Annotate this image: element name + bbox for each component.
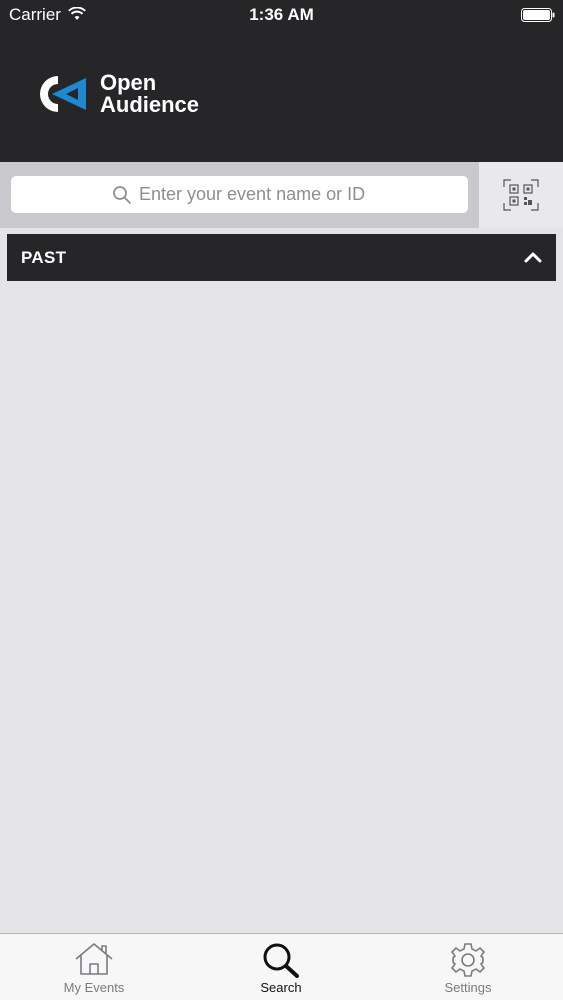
search-icon xyxy=(113,186,131,204)
status-time: 1:36 AM xyxy=(249,5,314,24)
status-bar: Carrier 1:36 AM xyxy=(0,0,563,30)
tab-bar: My Events Search Settings xyxy=(0,933,563,1000)
app-header: Carrier 1:36 AM Open Audience xyxy=(0,0,563,162)
brand-name: Open Audience xyxy=(100,72,199,116)
brand-logo: Open Audience xyxy=(36,72,199,116)
chevron-up-icon[interactable] xyxy=(524,250,542,264)
past-section-header[interactable]: PAST xyxy=(7,234,556,281)
home-icon xyxy=(75,943,113,975)
battery-icon xyxy=(521,8,555,22)
brand-line-1: Open xyxy=(100,70,157,95)
tab-label: Search xyxy=(260,980,302,995)
qr-scan-button[interactable] xyxy=(479,162,563,228)
tab-my-events[interactable]: My Events xyxy=(24,934,164,1000)
section-title: PAST xyxy=(21,248,67,267)
qr-code-icon xyxy=(503,179,539,211)
gear-icon xyxy=(450,943,486,977)
tab-label: My Events xyxy=(63,980,125,995)
tab-search[interactable]: Search xyxy=(211,934,351,1000)
search-box[interactable] xyxy=(11,176,468,213)
search-icon xyxy=(263,943,299,978)
open-audience-logo-icon xyxy=(40,76,86,112)
search-input[interactable] xyxy=(139,176,459,213)
brand-line-2: Audience xyxy=(100,92,200,117)
event-list-empty xyxy=(0,282,563,933)
tab-settings[interactable]: Settings xyxy=(398,934,538,1000)
tab-label: Settings xyxy=(444,980,492,995)
